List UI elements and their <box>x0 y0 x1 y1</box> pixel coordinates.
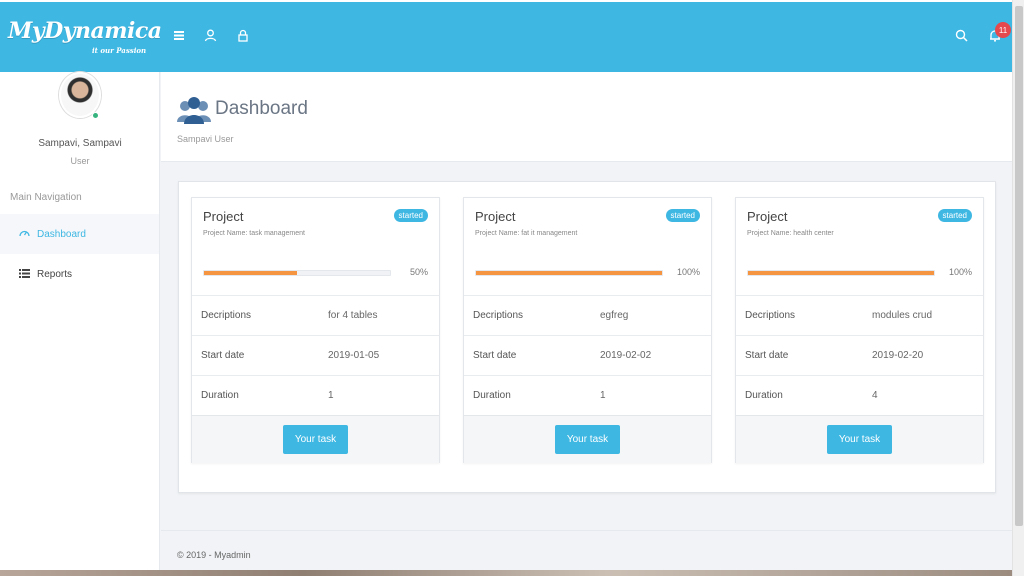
lock-icon[interactable] <box>235 27 251 43</box>
description-label: Decriptions <box>473 310 524 321</box>
status-badge: started <box>393 209 428 222</box>
duration-value: 1 <box>328 390 334 401</box>
notification-count-badge: 11 <box>995 22 1011 38</box>
start-date-value: 2019-01-05 <box>328 350 380 361</box>
users-group-icon <box>175 94 213 126</box>
card-footer: Your task <box>464 415 711 463</box>
divider <box>192 335 439 336</box>
progress-fill <box>204 271 297 275</box>
progress-bar <box>203 270 391 276</box>
duration-label: Duration <box>473 390 511 401</box>
search-icon[interactable] <box>953 27 969 43</box>
dashboard-icon <box>17 228 31 241</box>
duration-label: Duration <box>201 390 239 401</box>
divider <box>192 295 439 296</box>
description-value: egfreg <box>600 310 629 321</box>
start-date-label: Start date <box>473 350 517 361</box>
description-value: modules crud <box>872 310 933 321</box>
progress-bar <box>475 270 663 276</box>
your-task-button[interactable]: Your task <box>283 425 348 454</box>
logo-tagline: it our Passion <box>92 46 147 55</box>
card-title: Project <box>475 209 516 224</box>
project-card: Project started Project Name: health cen… <box>735 197 984 463</box>
progress-bar <box>747 270 935 276</box>
project-card: Project started Project Name: task manag… <box>191 197 440 463</box>
page-footer: © 2019 - Myadmin <box>161 530 1012 570</box>
user-role: User <box>70 156 90 166</box>
user-icon[interactable] <box>202 27 218 43</box>
sidebar-item-label: Dashboard <box>37 228 86 240</box>
project-card: Project started Project Name: fat it man… <box>463 197 712 463</box>
duration-label: Duration <box>745 390 783 401</box>
description-label: Decriptions <box>201 310 252 321</box>
start-date-label: Start date <box>201 350 245 361</box>
projects-panel: Project started Project Name: task manag… <box>178 181 996 493</box>
your-task-button[interactable]: Your task <box>555 425 620 454</box>
sidebar-item-reports[interactable]: Reports <box>0 254 159 294</box>
your-task-button[interactable]: Your task <box>827 425 892 454</box>
nav-heading: Main Navigation <box>10 192 82 203</box>
progress-fill <box>748 271 934 275</box>
divider <box>464 295 711 296</box>
divider <box>736 375 983 376</box>
card-footer: Your task <box>192 415 439 463</box>
start-date-value: 2019-02-02 <box>600 350 652 361</box>
menu-icon[interactable] <box>171 27 187 43</box>
progress-percent: 50% <box>409 267 428 277</box>
description-label: Decriptions <box>745 310 796 321</box>
copyright-text: © 2019 - Myadmin <box>177 550 251 560</box>
brand-logo[interactable]: MyDynamica it our Passion <box>8 14 162 62</box>
progress-fill <box>476 271 662 275</box>
top-navbar: MyDynamica it our Passion 11 <box>0 0 1012 72</box>
divider <box>736 335 983 336</box>
duration-value: 4 <box>872 390 878 401</box>
divider <box>464 335 711 336</box>
duration-value: 1 <box>600 390 606 401</box>
project-name: Project Name: health center <box>747 230 834 237</box>
page-header: Dashboard Sampavi User <box>161 72 1012 162</box>
sidebar-item-label: Reports <box>37 268 73 280</box>
project-name: Project Name: task management <box>203 230 305 237</box>
page-title: Dashboard <box>215 98 308 119</box>
status-badge: started <box>665 209 700 222</box>
card-title: Project <box>747 209 788 224</box>
card-footer: Your task <box>736 415 983 463</box>
progress-percent: 100% <box>676 267 700 277</box>
page-scrollbar[interactable] <box>1012 0 1024 576</box>
desktop-background-strip <box>0 570 1012 576</box>
card-title: Project <box>203 209 244 224</box>
sidebar: Sampavi, Sampavi User Main Navigation Da… <box>0 72 160 576</box>
online-status-icon <box>92 112 99 119</box>
start-date-value: 2019-02-20 <box>872 350 924 361</box>
scrollbar-thumb[interactable] <box>1015 6 1023 526</box>
divider <box>736 295 983 296</box>
user-name: Sampavi, Sampavi <box>38 138 122 149</box>
project-name: Project Name: fat it management <box>475 230 578 237</box>
list-icon <box>17 268 31 281</box>
start-date-label: Start date <box>745 350 789 361</box>
divider <box>192 375 439 376</box>
divider <box>464 375 711 376</box>
page-subtitle: Sampavi User <box>177 134 234 144</box>
description-value: for 4 tables <box>328 310 378 321</box>
progress-percent: 100% <box>948 267 972 277</box>
sidebar-item-dashboard[interactable]: Dashboard <box>0 214 159 254</box>
logo-text: MyDynamica <box>8 18 162 44</box>
status-badge: started <box>937 209 972 222</box>
